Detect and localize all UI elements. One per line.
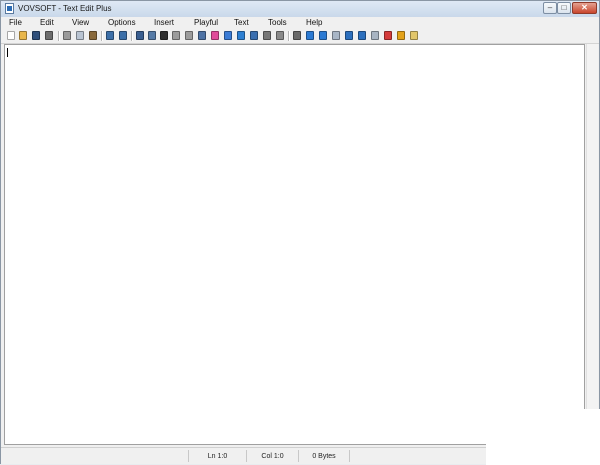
menu-insert[interactable]: Insert	[154, 18, 174, 27]
minimize-button[interactable]: –	[543, 2, 557, 14]
close-button[interactable]: ✕	[572, 2, 597, 14]
list-icon[interactable]	[263, 31, 271, 40]
app-window: VOVSOFT - Text Edit Plus – □ ✕ File Edit…	[0, 0, 600, 465]
status-line: Ln 1:0	[188, 450, 246, 462]
sort-icon[interactable]	[293, 31, 301, 40]
maximize-button[interactable]: □	[557, 2, 571, 14]
toolbar-separator	[288, 31, 289, 41]
upload-icon[interactable]	[345, 31, 353, 40]
arrow-right-icon[interactable]	[306, 31, 314, 40]
download-icon[interactable]	[358, 31, 366, 40]
paste-icon[interactable]	[89, 31, 97, 40]
color-wheel-icon[interactable]	[211, 31, 219, 40]
filter-icon[interactable]	[237, 31, 245, 40]
menu-options[interactable]: Options	[108, 18, 136, 27]
print-icon[interactable]	[45, 31, 53, 40]
menu-tools[interactable]: Tools	[268, 18, 287, 27]
toolbar-separator	[101, 31, 102, 41]
copy-icon[interactable]	[76, 31, 84, 40]
calendar-icon[interactable]	[384, 31, 392, 40]
watermark-overlay	[486, 409, 600, 465]
toolbar	[1, 29, 599, 44]
lock-icon[interactable]	[172, 31, 180, 40]
at-icon[interactable]	[250, 31, 258, 40]
menu-view[interactable]: View	[72, 18, 89, 27]
word-count-icon[interactable]	[136, 31, 144, 40]
keyboard-icon[interactable]	[276, 31, 284, 40]
open-folder-icon[interactable]	[19, 31, 27, 40]
encode-icon[interactable]	[198, 31, 206, 40]
unlock-icon[interactable]	[185, 31, 193, 40]
font-icon[interactable]	[160, 31, 168, 40]
cut-icon[interactable]	[63, 31, 71, 40]
warning-icon[interactable]	[397, 31, 405, 40]
find-icon[interactable]	[106, 31, 114, 40]
new-file-icon[interactable]	[7, 31, 15, 40]
text-editor[interactable]	[4, 44, 585, 445]
pen-icon[interactable]	[224, 31, 232, 40]
status-column: Col 1:0	[246, 450, 298, 462]
document-icon[interactable]	[332, 31, 340, 40]
vertical-scrollbar[interactable]	[586, 44, 598, 445]
text-stats-icon[interactable]	[148, 31, 156, 40]
title-bar[interactable]: VOVSOFT - Text Edit Plus – □ ✕	[1, 1, 599, 18]
text-caret	[7, 48, 8, 57]
page-icon[interactable]	[371, 31, 379, 40]
menu-file[interactable]: File	[9, 18, 22, 27]
save-icon[interactable]	[32, 31, 40, 40]
toolbar-separator	[131, 31, 132, 41]
status-size: 0 Bytes	[298, 450, 350, 462]
menu-text[interactable]: Text	[234, 18, 249, 27]
menu-bar: File Edit View Options Insert Playful Te…	[1, 17, 599, 29]
arrow-down-icon[interactable]	[319, 31, 327, 40]
window-title: VOVSOFT - Text Edit Plus	[18, 4, 112, 13]
replace-icon[interactable]	[119, 31, 127, 40]
menu-edit[interactable]: Edit	[40, 18, 54, 27]
note-icon[interactable]	[410, 31, 418, 40]
toolbar-separator	[58, 31, 59, 41]
menu-help[interactable]: Help	[306, 18, 322, 27]
app-icon	[5, 3, 14, 14]
menu-playful[interactable]: Playful	[194, 18, 218, 27]
